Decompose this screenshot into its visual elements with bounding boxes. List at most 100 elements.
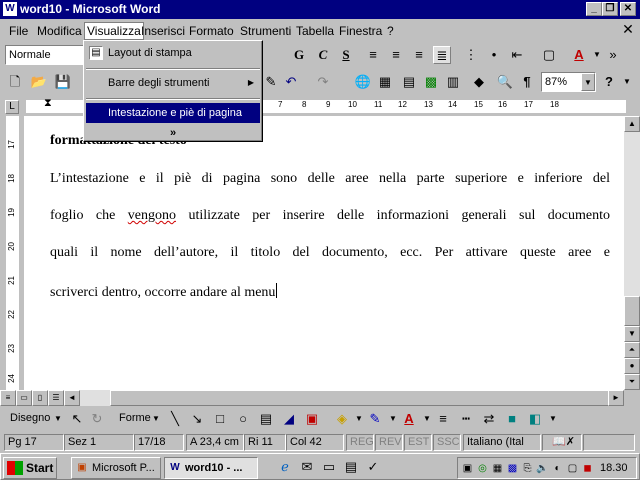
browse-object-icon[interactable]: ●: [624, 358, 640, 374]
status-language[interactable]: Italiano (Ital: [463, 434, 541, 451]
close-document-icon[interactable]: ✕: [620, 22, 636, 38]
draw-menu-button[interactable]: Disegno: [10, 412, 50, 424]
draw-font-color-icon[interactable]: A: [400, 410, 418, 428]
document-map-icon[interactable]: 🔍: [496, 73, 514, 91]
undo-icon[interactable]: ↶: [282, 73, 300, 91]
align-right-icon[interactable]: ≡: [410, 46, 428, 64]
fill-color-icon[interactable]: ◈: [333, 410, 351, 428]
menu-formato[interactable]: Formato: [189, 24, 234, 38]
align-left-icon[interactable]: ≡: [364, 46, 382, 64]
status-ovr[interactable]: SSC: [433, 434, 461, 451]
rectangle-icon[interactable]: □: [211, 410, 229, 428]
menu-item-header-footer[interactable]: Intestazione e piè di pagina: [86, 103, 260, 123]
ie-icon[interactable]: ℯ: [276, 458, 294, 476]
scroll-left-icon[interactable]: ◄: [64, 390, 80, 406]
autoshapes-dropdown-icon[interactable]: ▼: [152, 414, 160, 423]
tray-icon-7[interactable]: ◐: [550, 461, 565, 476]
indent-marker-icon[interactable]: ⧗: [44, 97, 52, 110]
menu-finestra[interactable]: Finestra: [339, 24, 382, 38]
status-ext[interactable]: EST: [404, 434, 432, 451]
tray-network-icon[interactable]: ◎: [475, 461, 490, 476]
insert-table-icon[interactable]: ▤: [400, 73, 418, 91]
minimize-button[interactable]: _: [586, 2, 602, 16]
tray-icon-5[interactable]: ⎘: [520, 461, 535, 476]
vertical-scrollbar[interactable]: ▲ ▼ ⏶ ● ⏷: [624, 116, 640, 390]
drawing-icon[interactable]: ◆: [470, 73, 488, 91]
arrow-style-icon[interactable]: ⇄: [480, 410, 498, 428]
toolbar-more-icon[interactable]: ▼: [618, 73, 636, 91]
free-rotate-icon[interactable]: ↻: [88, 410, 106, 428]
menu-strumenti[interactable]: Strumenti: [240, 24, 291, 38]
task-powerpoint[interactable]: ▣ Microsoft P...: [71, 457, 161, 479]
line-color-icon[interactable]: ✎: [366, 410, 384, 428]
print-view-icon[interactable]: ▯: [32, 390, 48, 406]
status-rec[interactable]: REG: [346, 434, 374, 451]
word-app-icon[interactable]: W: [3, 2, 17, 16]
outlook-icon[interactable]: ✉: [298, 458, 316, 476]
tab-selector-icon[interactable]: L: [5, 100, 19, 114]
start-button[interactable]: Start: [3, 457, 57, 479]
expand-menu-icon[interactable]: »: [86, 123, 260, 143]
tray-icon-4[interactable]: ▩: [505, 461, 520, 476]
toolbar-options-icon[interactable]: »: [604, 46, 622, 64]
restore-button[interactable]: ❐: [602, 2, 618, 16]
new-document-icon[interactable]: 🗋: [6, 73, 24, 91]
web-view-icon[interactable]: ▭: [16, 390, 32, 406]
columns-icon[interactable]: ▥: [444, 73, 462, 91]
menu-item-print-layout[interactable]: ▤ Layout di stampa: [86, 43, 260, 63]
align-center-icon[interactable]: ≡: [387, 46, 405, 64]
hyperlink-icon[interactable]: 🌐: [354, 73, 372, 91]
menu-tabella[interactable]: Tabella: [296, 24, 334, 38]
3d-icon[interactable]: ◧: [526, 410, 544, 428]
previous-page-icon[interactable]: ⏶: [624, 342, 640, 358]
status-rev[interactable]: REV: [375, 434, 403, 451]
scroll-up-icon[interactable]: ▲: [624, 116, 640, 132]
zoom-dropdown-icon[interactable]: ▼: [581, 73, 595, 91]
quicklaunch-icon[interactable]: ✓: [364, 458, 382, 476]
style-combo[interactable]: Normale: [5, 45, 85, 65]
scroll-thumb[interactable]: [624, 296, 640, 326]
bold-button[interactable]: G: [290, 46, 308, 64]
numbered-list-icon[interactable]: ⋮: [462, 46, 480, 64]
menu-modifica[interactable]: Modifica: [37, 24, 82, 38]
close-button[interactable]: ✕: [620, 2, 636, 16]
clip-art-icon[interactable]: ▣: [303, 410, 321, 428]
underline-button[interactable]: S: [337, 46, 355, 64]
menu-inserisci[interactable]: Inserisci: [141, 24, 185, 38]
select-objects-icon[interactable]: ↖: [68, 410, 86, 428]
arrow-icon[interactable]: ↘: [188, 410, 206, 428]
redo-icon[interactable]: ↷: [314, 73, 332, 91]
menu-help[interactable]: ?: [387, 24, 394, 38]
menu-file[interactable]: File: [9, 24, 28, 38]
clock[interactable]: 18.30: [600, 462, 628, 474]
oval-icon[interactable]: ○: [234, 410, 252, 428]
hscroll-thumb[interactable]: [110, 390, 610, 406]
dash-style-icon[interactable]: ┅: [457, 410, 475, 428]
normal-view-icon[interactable]: ≡: [0, 390, 16, 406]
save-icon[interactable]: 💾: [54, 73, 72, 91]
bullet-list-icon[interactable]: •: [485, 46, 503, 64]
line-style-icon[interactable]: ≡: [434, 410, 452, 428]
tables-borders-icon[interactable]: ▦: [376, 73, 394, 91]
font-color-icon[interactable]: A: [570, 46, 588, 64]
horizontal-scrollbar[interactable]: ≡ ▭ ▯ ☰ ◄ ►: [0, 390, 624, 406]
border-icon[interactable]: ▢: [540, 46, 558, 64]
text-box-icon[interactable]: ▤: [257, 410, 275, 428]
spelling-status-icon[interactable]: 📖✗: [542, 434, 582, 451]
scroll-right-icon[interactable]: ►: [608, 390, 624, 406]
scroll-down-icon[interactable]: ▼: [624, 326, 640, 342]
channels-icon[interactable]: ▤: [342, 458, 360, 476]
shadow-icon[interactable]: ■: [503, 410, 521, 428]
show-formatting-icon[interactable]: ¶: [518, 73, 536, 91]
format-painter-icon[interactable]: ✎: [262, 73, 280, 91]
next-page-icon[interactable]: ⏷: [624, 374, 640, 390]
misspelled-word[interactable]: vengono: [128, 208, 176, 223]
open-folder-icon[interactable]: 📂: [30, 73, 48, 91]
tray-icon-9[interactable]: ◼: [580, 461, 595, 476]
task-word[interactable]: W word10 - ...: [164, 457, 258, 479]
line-icon[interactable]: ╲: [166, 410, 184, 428]
tray-icon-3[interactable]: ▦: [490, 461, 505, 476]
outline-view-icon[interactable]: ☰: [48, 390, 64, 406]
desktop-icon[interactable]: ▭: [320, 458, 338, 476]
italic-button[interactable]: C: [314, 46, 332, 64]
